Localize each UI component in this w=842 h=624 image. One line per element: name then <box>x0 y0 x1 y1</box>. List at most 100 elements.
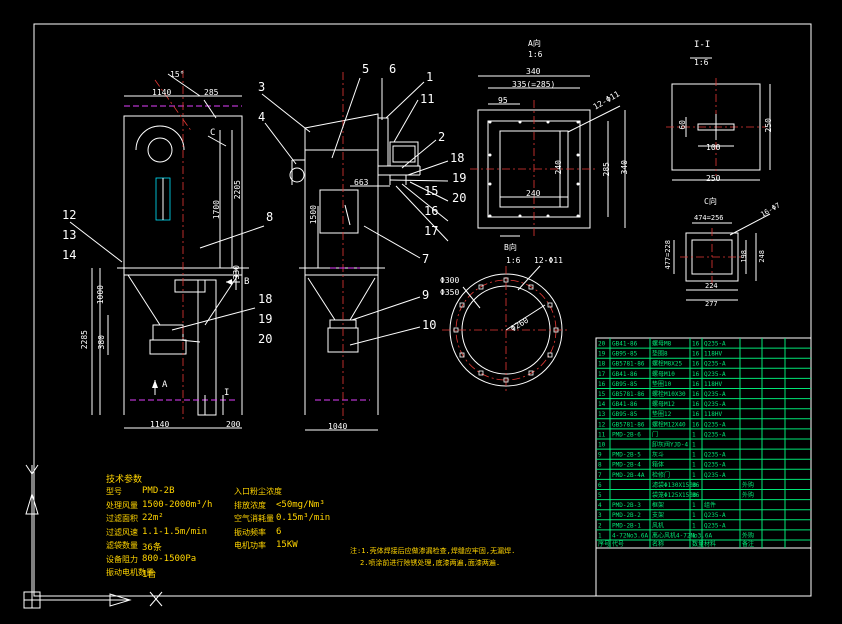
bom-cell: GB41-86 <box>612 341 638 348</box>
bom-cell: 1 <box>692 512 696 519</box>
bom-cell: Q235-A <box>704 371 726 378</box>
bom-cell: 11 <box>598 431 606 438</box>
bom-cell: 1 <box>692 532 696 539</box>
bom-cell: 5 <box>598 492 602 499</box>
callout-14: 14 <box>62 248 77 262</box>
bom-cell: GB95-85 <box>612 381 638 388</box>
view-c-title: C向 <box>704 197 717 206</box>
bom-cell: 垫圈12 <box>652 410 672 418</box>
bom-cell: 36 <box>692 482 700 489</box>
spec-value: <50mg/Nm³ <box>276 499 325 510</box>
dim-front-top: 1140 <box>152 88 172 97</box>
bom-cell: 9 <box>598 452 602 459</box>
spec-value: 36条 <box>142 543 162 553</box>
bom-header-cell: 序号 <box>598 540 610 548</box>
bom-cell: PMD-2B-4A <box>612 472 645 479</box>
callout-1: 1 <box>426 70 434 84</box>
dim-front-380: 380 <box>97 335 106 350</box>
bom-cell: 螺栓M10X30 <box>652 390 686 398</box>
dim-c-198: 198 <box>740 250 748 263</box>
spec-value: 15KW <box>276 540 298 550</box>
dim-front-285: 285 <box>204 88 219 97</box>
bom-cell: Q235-A <box>704 431 726 438</box>
bom-header-cell: 代号 <box>612 540 624 548</box>
bom-cell: 灰斗 <box>652 451 664 459</box>
spec-key: 处理风量 <box>106 500 138 510</box>
label-c: C <box>210 128 216 138</box>
spec-value: 22m² <box>142 513 164 523</box>
bom-cell: 门 <box>652 430 658 438</box>
spec-key: 设备阻力 <box>106 554 138 564</box>
bom-cell: 外购 <box>742 531 754 539</box>
bom-cell: Q235-A <box>704 421 726 428</box>
view-b-scale: 1:6 <box>506 256 521 265</box>
dim-c-277: 277 <box>705 300 718 308</box>
bom-cell: 离心风机4-72No3.6A <box>652 531 713 539</box>
bom-cell: 螺母M12 <box>652 400 675 408</box>
dim-b-holes: 12-Φ11 <box>534 256 563 265</box>
dim-i-250h: 250 <box>706 174 721 183</box>
callout-2: 2 <box>438 130 446 144</box>
bom-cell: 118HV <box>704 351 722 358</box>
label-a: A <box>162 380 168 390</box>
bom-cell: Q235-A <box>704 361 726 368</box>
bom-cell: 风机 <box>652 521 664 529</box>
dim-i-60: 60 <box>678 120 687 130</box>
dim-c-224: 224 <box>705 282 718 290</box>
bom-cell: 1 <box>692 472 696 479</box>
label-b: B <box>244 277 250 287</box>
bom-cell: 16 <box>692 371 700 378</box>
callout-20f: 20 <box>258 332 273 346</box>
bom-cell: 1 <box>692 452 696 459</box>
bom-cell: 16 <box>692 391 700 398</box>
callout-13: 13 <box>62 228 77 242</box>
dim-side-1500: 1500 <box>309 205 318 225</box>
bom-cell: Q235-A <box>704 341 726 348</box>
callout-18s: 18 <box>450 151 465 165</box>
bom-cell: 118HV <box>704 411 722 418</box>
bom-cell: 外购 <box>742 491 754 499</box>
spec-key: 入口粉尘浓度 <box>234 487 282 496</box>
specs-note-1: 注:1.壳体焊接后应做渗漏检查,焊缝应牢固,无漏焊. <box>350 547 516 555</box>
dim-side-bottom: 1040 <box>328 422 348 431</box>
spec-key: 空气消耗量 <box>234 514 274 523</box>
bom-cell: 箱体 <box>652 461 664 469</box>
dim-front-angle: 15° <box>170 70 185 79</box>
view-c <box>673 213 771 301</box>
bom-cell: Q235-A <box>704 452 726 459</box>
bom-cell: 10 <box>598 442 606 449</box>
dim-a-335: 335(=285) <box>512 80 556 89</box>
spec-key: 电机功率 <box>234 541 266 550</box>
bom-cell: 14 <box>598 401 606 408</box>
callout-3: 3 <box>258 80 266 94</box>
bom-cell: 垫圈8 <box>652 350 668 358</box>
dim-front-330: 330 <box>232 265 241 280</box>
bom-cell: 螺母M8 <box>652 340 672 348</box>
callout-20s: 20 <box>452 191 467 205</box>
bom-cell: 16 <box>692 351 700 358</box>
bom-cell: 18 <box>598 361 606 368</box>
bom-cell: 8 <box>598 462 602 469</box>
bom-cell: 17 <box>598 371 606 378</box>
callout-19f: 19 <box>258 312 273 326</box>
bom-cell: 垫圈10 <box>652 380 672 388</box>
spec-value: 6 <box>276 526 282 537</box>
bom-cell: 外购 <box>742 481 754 489</box>
bom-cell: GB41-86 <box>612 401 638 408</box>
bom-cell: PMD-2B-3 <box>612 502 641 509</box>
bom-table: 20 GB41-86 螺母M8 16 Q235-A19 GB95-85 垫圈8 16 118HV… <box>595 337 812 597</box>
dim-front-bottom: 1140 <box>150 420 170 429</box>
view-i-scale: 1:6 <box>694 58 709 67</box>
bom-cell: 7 <box>598 472 602 479</box>
cad-drawing-canvas[interactable]: { "callouts":{ "front":["12","13","14","… <box>0 0 842 624</box>
bom-cell: 16 <box>692 411 700 418</box>
callout-17: 17 <box>424 224 439 238</box>
dim-a-95: 95 <box>498 96 508 105</box>
bom-cell: 2 <box>598 522 602 529</box>
bom-cell: 4-72No3.6A <box>612 532 649 539</box>
bom-cell: 框架 <box>652 501 664 509</box>
dim-a-240a: 240 <box>554 160 563 175</box>
spec-value: PMD-2B <box>142 486 175 496</box>
bom-cell: 1 <box>692 431 696 438</box>
callout-18f: 18 <box>258 292 273 306</box>
